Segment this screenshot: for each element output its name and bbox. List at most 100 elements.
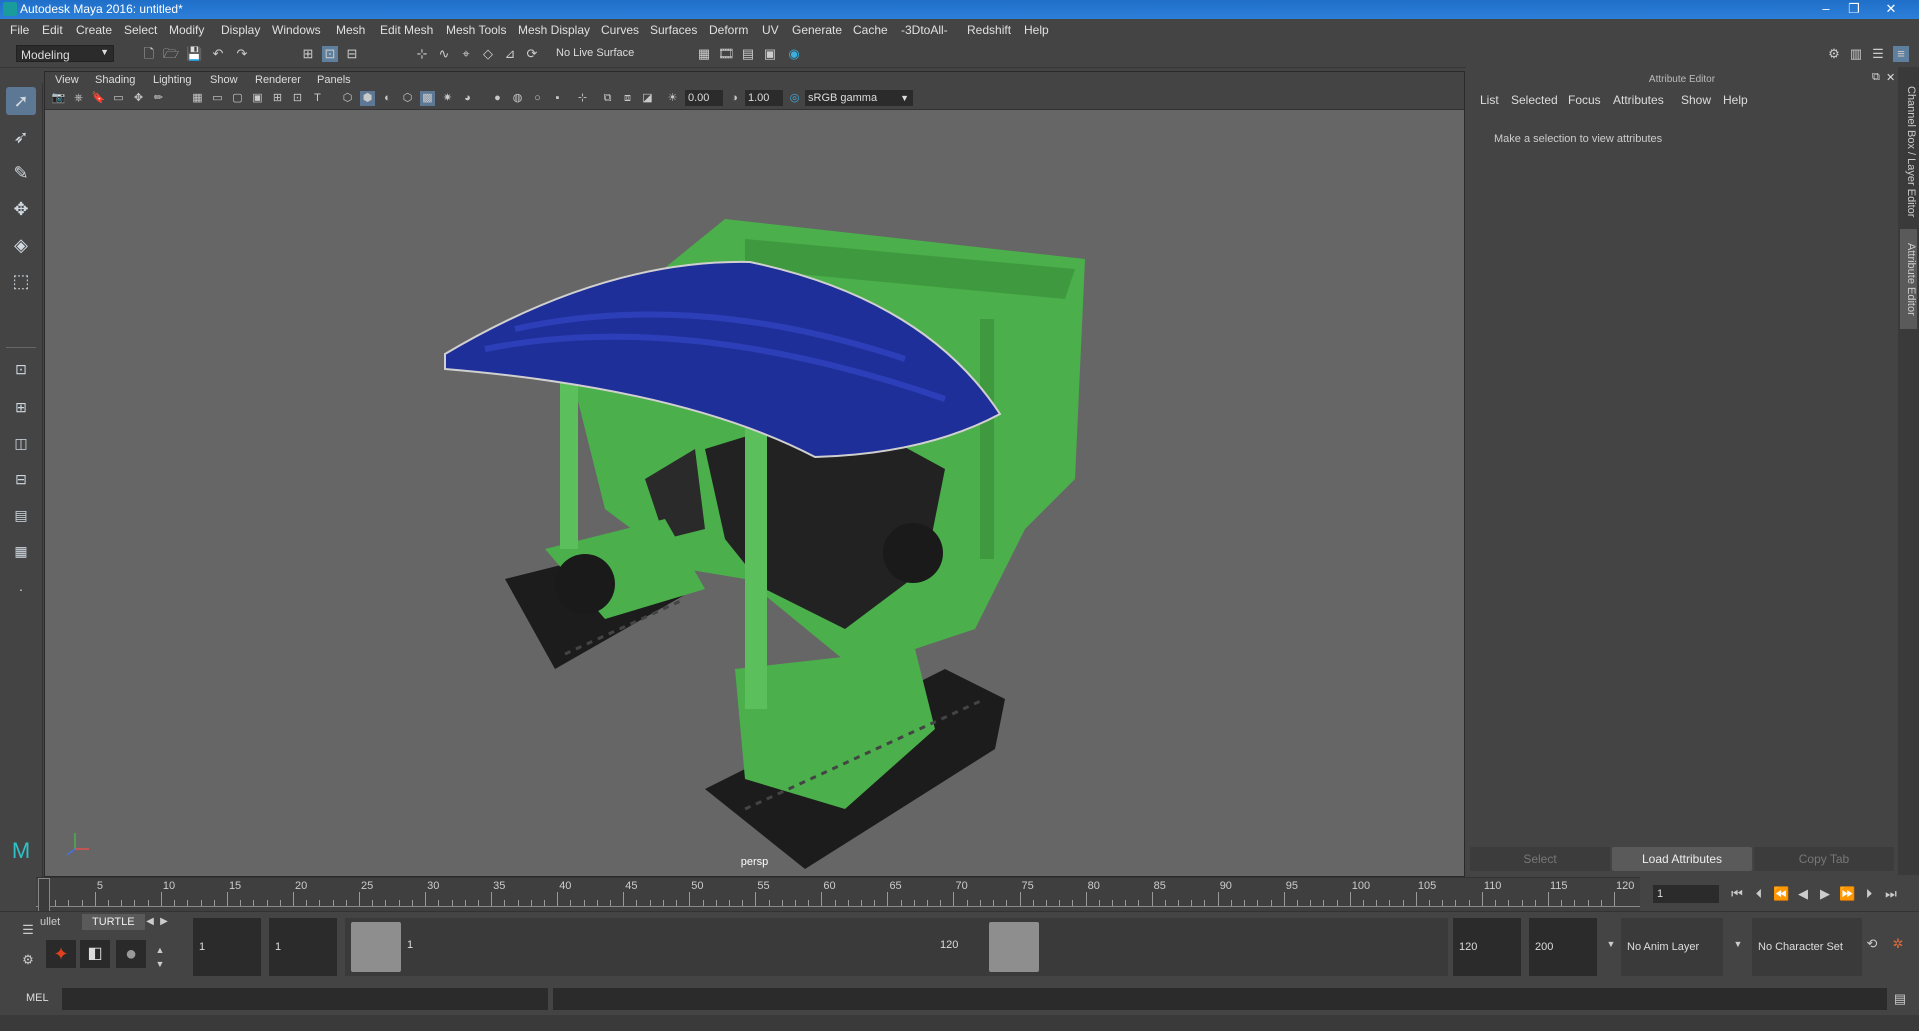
motion-blur-icon[interactable]: ◍: [510, 91, 525, 106]
ipr-render-icon[interactable]: ▤: [740, 46, 756, 62]
time-slider[interactable]: 1510152025303540455055606570758085909510…: [36, 877, 1640, 913]
persp-outliner-icon[interactable]: ⊟: [6, 465, 36, 493]
maximize-icon[interactable]: ❐: [1843, 0, 1865, 18]
menu-mesh-display[interactable]: Mesh Display: [518, 23, 590, 37]
script-editor-icon[interactable]: ▤: [1892, 991, 1908, 1007]
play-forward-icon[interactable]: ▶: [1817, 886, 1833, 902]
shelf-tab-turtle[interactable]: TURTLE: [82, 914, 145, 930]
menu-mesh-tools[interactable]: Mesh Tools: [446, 23, 506, 37]
range-start-handle[interactable]: [351, 922, 401, 972]
shelf-menu-icon[interactable]: ☰: [20, 922, 36, 938]
side-by-side-icon[interactable]: ◫: [6, 429, 36, 457]
ae-menu-selected[interactable]: Selected: [1511, 93, 1558, 107]
select-object-icon[interactable]: ⊡: [322, 46, 338, 62]
textured-icon[interactable]: ▩: [420, 91, 435, 106]
vp-menu-shading[interactable]: Shading: [95, 74, 135, 86]
grease-pencil-icon[interactable]: ✏: [151, 91, 166, 106]
step-forward-icon[interactable]: ⏵: [1861, 886, 1877, 902]
select-tool-icon[interactable]: ➚: [6, 87, 36, 115]
smooth-shade-icon[interactable]: ⬢: [360, 91, 375, 106]
animation-end-field[interactable]: 200: [1529, 918, 1597, 976]
float-panel-icon[interactable]: ⧉: [1872, 71, 1880, 84]
scale-tool-icon[interactable]: ⬚: [6, 267, 36, 295]
exposure-field[interactable]: 0.00: [685, 90, 723, 106]
tractor-model[interactable]: [444, 219, 1085, 869]
menu-mesh[interactable]: Mesh: [336, 23, 365, 37]
xray-icon[interactable]: ⧉: [600, 91, 615, 106]
menu-redshift[interactable]: Redshift: [967, 23, 1011, 37]
persp-graph-icon[interactable]: ▤: [6, 501, 36, 529]
shadows-icon[interactable]: ◕: [460, 91, 475, 106]
redo-icon[interactable]: ↷: [234, 46, 250, 62]
snap-view-plane-icon[interactable]: ◇: [480, 46, 496, 62]
vp-menu-show[interactable]: Show: [210, 74, 238, 86]
menu-generate[interactable]: Generate: [792, 23, 842, 37]
menu-cache[interactable]: Cache: [853, 23, 888, 37]
default-material-icon[interactable]: ◐: [380, 91, 395, 106]
menu-help[interactable]: Help: [1024, 23, 1049, 37]
ae-menu-focus[interactable]: Focus: [1568, 93, 1601, 107]
paint-select-icon[interactable]: ✎: [6, 159, 36, 187]
use-all-lights-icon[interactable]: ✷: [440, 91, 455, 106]
menu-windows[interactable]: Windows: [272, 23, 321, 37]
ae-menu-attributes[interactable]: Attributes: [1613, 93, 1664, 107]
resolution-gate-icon[interactable]: ▢: [230, 91, 245, 106]
turtle-shader-icon[interactable]: ●: [116, 940, 146, 968]
make-live-icon[interactable]: ⟳: [524, 46, 540, 62]
current-frame-field[interactable]: 1: [1653, 885, 1719, 903]
vp-menu-renderer[interactable]: Renderer: [255, 74, 301, 86]
bookmark-icon[interactable]: 🔖: [91, 91, 106, 106]
animation-start-field[interactable]: 1: [193, 918, 261, 976]
camera-attributes-icon[interactable]: ⎈: [71, 91, 86, 106]
field-chart-icon[interactable]: ⊞: [270, 91, 285, 106]
shelf-scroll-right-icon[interactable]: ▶: [156, 914, 172, 930]
exposure-icon[interactable]: ☀: [665, 91, 680, 106]
go-to-start-icon[interactable]: ⏮: [1729, 886, 1745, 902]
shelf-tab-bullet[interactable]: ullet: [40, 916, 60, 928]
minimize-icon[interactable]: –: [1815, 0, 1837, 18]
undo-icon[interactable]: ↶: [210, 46, 226, 62]
animation-prefs-icon[interactable]: ✲: [1890, 936, 1906, 952]
ae-menu-show[interactable]: Show: [1681, 93, 1711, 107]
gamma-icon[interactable]: ◑: [727, 91, 742, 106]
open-scene-icon[interactable]: 🗁: [163, 46, 179, 62]
go-to-end-icon[interactable]: ⏭: [1883, 886, 1899, 902]
select-component-icon[interactable]: ⊟: [344, 46, 360, 62]
xray-components-icon[interactable]: ◪: [640, 91, 655, 106]
load-attributes-button[interactable]: Load Attributes: [1612, 847, 1752, 871]
snap-point-icon[interactable]: ⌖: [458, 46, 474, 62]
shelf-scroll-down-icon[interactable]: ▼: [152, 956, 168, 972]
auto-key-icon[interactable]: ⟲: [1864, 936, 1880, 952]
menu-modify[interactable]: Modify: [169, 23, 204, 37]
new-scene-icon[interactable]: 🗋: [141, 46, 157, 62]
render-settings-icon[interactable]: ▦: [696, 46, 712, 62]
ae-menu-help[interactable]: Help: [1723, 93, 1748, 107]
snap-curve-icon[interactable]: ∿: [436, 46, 452, 62]
hypershade-icon[interactable]: ◉: [786, 46, 802, 62]
wireframe-icon[interactable]: ⬡: [340, 91, 355, 106]
menu-select[interactable]: Select: [124, 23, 157, 37]
channel-box-toggle-icon[interactable]: ≡: [1893, 46, 1909, 62]
character-set-dropdown[interactable]: No Character Set: [1752, 918, 1862, 976]
play-backward-icon[interactable]: ◀: [1795, 886, 1811, 902]
gate-mask-icon[interactable]: ▣: [250, 91, 265, 106]
film-gate-icon[interactable]: ▭: [210, 91, 225, 106]
layout-icon[interactable]: ▥: [1848, 46, 1864, 62]
wireframe-on-shaded-icon[interactable]: ⬡: [400, 91, 415, 106]
vp-menu-view[interactable]: View: [55, 74, 79, 86]
depth-of-field-icon[interactable]: ▪: [550, 91, 565, 106]
menu-uv[interactable]: UV: [762, 23, 779, 37]
command-language-label[interactable]: MEL: [26, 992, 49, 1004]
menu-display[interactable]: Display: [221, 23, 260, 37]
attribute-editor-tab[interactable]: Attribute Editor: [1900, 229, 1917, 329]
render-view-icon[interactable]: ▣: [762, 46, 778, 62]
snap-grid-icon[interactable]: ⊹: [414, 46, 430, 62]
menu-edit-mesh[interactable]: Edit Mesh: [380, 23, 433, 37]
turtle-settings-icon[interactable]: ◧: [80, 940, 110, 968]
anti-aliasing-icon[interactable]: ○: [530, 91, 545, 106]
menu-create[interactable]: Create: [76, 23, 112, 37]
2d-pan-zoom-icon[interactable]: ✥: [131, 91, 146, 106]
color-management-icon[interactable]: ◎: [787, 91, 802, 106]
playback-end-field[interactable]: 120: [1453, 918, 1521, 976]
vp-menu-lighting[interactable]: Lighting: [153, 74, 192, 86]
